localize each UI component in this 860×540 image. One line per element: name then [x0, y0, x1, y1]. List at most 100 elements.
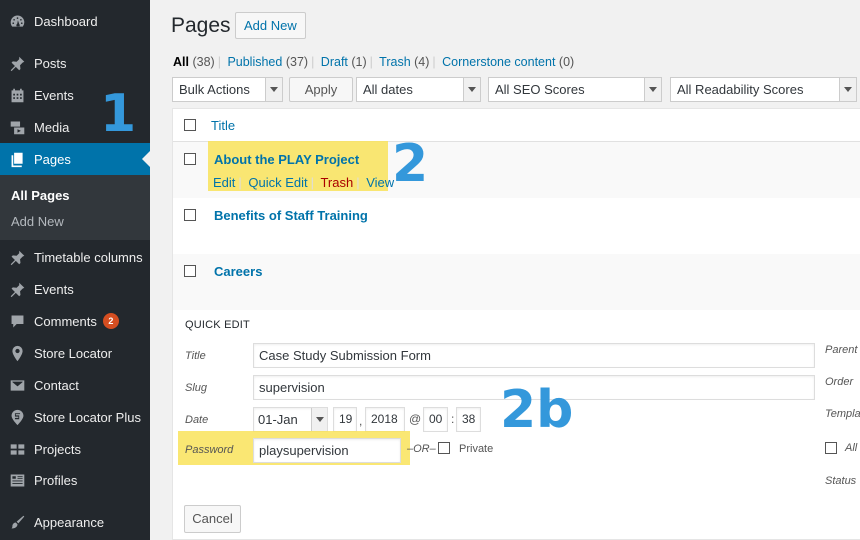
menu-pages[interactable]: Pages	[0, 143, 150, 175]
profiles-icon	[8, 471, 26, 489]
slp-icon	[8, 408, 26, 426]
pages-submenu: All Pages Add New	[0, 175, 150, 240]
comment-icon	[8, 312, 26, 330]
pages-icon	[8, 150, 26, 168]
row-checkbox[interactable]	[184, 265, 196, 277]
annotation-2b: 2b	[500, 380, 574, 440]
location-icon	[8, 344, 26, 362]
menu-label: Dashboard	[34, 13, 98, 29]
filter-all-count: (38)	[192, 55, 215, 69]
pages-table: Title About the PLAY Project Edit | Quick…	[172, 108, 860, 540]
media-icon	[8, 118, 26, 136]
slug-label: Slug	[185, 382, 208, 394]
projects-icon	[8, 440, 26, 458]
date-colon: :	[451, 412, 455, 426]
or-separator: –OR–	[407, 443, 436, 455]
menu-store-locator[interactable]: Store Locator	[0, 337, 150, 369]
quick-edit-heading: QUICK EDIT	[185, 319, 250, 331]
submenu-all-pages[interactable]: All Pages	[11, 188, 70, 203]
comments-count-badge: 2	[102, 313, 119, 329]
menu-store-locator-plus[interactable]: Store Locator Plus	[0, 401, 150, 433]
dates-filter-select[interactable]: All dates	[356, 77, 481, 102]
quick-edit-link[interactable]: Quick Edit	[248, 175, 307, 190]
menu-label: Pages	[34, 151, 71, 167]
menu-label: Media	[34, 119, 70, 135]
chevron-down-icon	[463, 78, 480, 101]
menu-label: Events	[34, 281, 74, 297]
trash-link[interactable]: Trash	[320, 175, 353, 190]
pin-icon	[8, 54, 26, 72]
menu-projects[interactable]: Projects	[0, 433, 150, 465]
view-link[interactable]: View	[366, 175, 394, 190]
menu-profiles[interactable]: Profiles	[0, 464, 150, 496]
menu-label: Events	[34, 87, 74, 103]
password-label: Password	[185, 444, 234, 456]
apply-button[interactable]: Apply	[289, 77, 353, 102]
month-select[interactable]: 01-Jan	[253, 407, 328, 432]
minute-input[interactable]: 38	[456, 407, 481, 432]
filter-all[interactable]: All	[173, 55, 189, 69]
annotation-2: 2	[392, 134, 429, 194]
allow-comments-checkbox[interactable]	[825, 442, 837, 454]
menu-appearance[interactable]: Appearance	[0, 506, 150, 538]
calendar-icon	[8, 86, 26, 104]
menu-dashboard[interactable]: Dashboard	[0, 5, 150, 37]
seo-filter-select[interactable]: All SEO Scores	[488, 77, 662, 102]
filter-cornerstone[interactable]: Cornerstone content	[442, 55, 555, 69]
menu-label: Contact	[34, 377, 79, 393]
seo-filter-value: All SEO Scores	[495, 82, 585, 97]
chevron-down-icon	[839, 78, 856, 101]
menu-label: Posts	[34, 55, 67, 71]
submenu-add-new[interactable]: Add New	[11, 214, 64, 229]
title-input[interactable]: Case Study Submission Form	[253, 343, 815, 368]
brush-icon	[8, 513, 26, 531]
add-new-button[interactable]: Add New	[235, 12, 306, 39]
password-input[interactable]: playsupervision	[253, 438, 401, 463]
table-row-title[interactable]: Benefits of Staff Training	[214, 208, 368, 223]
row-checkbox[interactable]	[184, 209, 196, 221]
private-checkbox[interactable]	[438, 442, 450, 454]
row-actions: Edit | Quick Edit | Trash | View	[213, 175, 395, 190]
menu-label: Comments	[34, 313, 97, 329]
filter-published-count: (37)	[285, 55, 309, 69]
table-row-title[interactable]: About the PLAY Project	[214, 152, 359, 167]
filter-trash-count: (4)	[414, 55, 430, 69]
status-filter-links: All (38) | Published (37) | Draft (1) | Tra…	[173, 55, 575, 69]
date-label: Date	[185, 414, 209, 426]
filter-published[interactable]: Published	[227, 55, 282, 69]
filter-cornerstone-count: (0)	[558, 55, 575, 69]
private-label: Private	[459, 443, 494, 455]
filter-trash[interactable]: Trash	[379, 55, 411, 69]
bulk-actions-value: Bulk Actions	[179, 82, 250, 97]
table-row-title[interactable]: Careers	[214, 264, 262, 279]
hour-input[interactable]: 00	[423, 407, 448, 432]
admin-sidebar: Dashboard Posts Events Media Pages All P…	[0, 0, 150, 540]
day-input[interactable]: 19	[333, 407, 357, 432]
chevron-down-icon	[311, 408, 327, 431]
pin-icon	[8, 280, 26, 298]
menu-comments[interactable]: Comments 2	[0, 305, 150, 337]
row-checkbox[interactable]	[184, 153, 196, 165]
menu-timetable-columns[interactable]: Timetable columns	[0, 241, 150, 273]
date-comma: ,	[359, 414, 363, 428]
annotation-1: 1	[100, 84, 137, 144]
title-label: Title	[185, 350, 206, 362]
edit-link[interactable]: Edit	[213, 175, 235, 190]
chevron-down-icon	[644, 78, 661, 101]
readability-filter-select[interactable]: All Readability Scores	[670, 77, 857, 102]
status-label: Status	[825, 475, 857, 487]
menu-label: Store Locator Plus	[34, 409, 141, 425]
filter-draft[interactable]: Draft	[321, 55, 348, 69]
menu-posts[interactable]: Posts	[0, 47, 150, 79]
menu-contact[interactable]: Contact	[0, 369, 150, 401]
template-label: Templa	[825, 408, 860, 420]
mail-icon	[8, 376, 26, 394]
date-at: @	[409, 412, 422, 426]
menu-events-2[interactable]: Events	[0, 273, 150, 305]
cancel-button[interactable]: Cancel	[184, 505, 241, 533]
year-input[interactable]: 2018	[365, 407, 405, 432]
select-all-checkbox[interactable]	[184, 119, 196, 131]
bulk-actions-select[interactable]: Bulk Actions	[172, 77, 283, 102]
column-header-title[interactable]: Title	[211, 118, 235, 133]
menu-label: Appearance	[34, 514, 105, 530]
